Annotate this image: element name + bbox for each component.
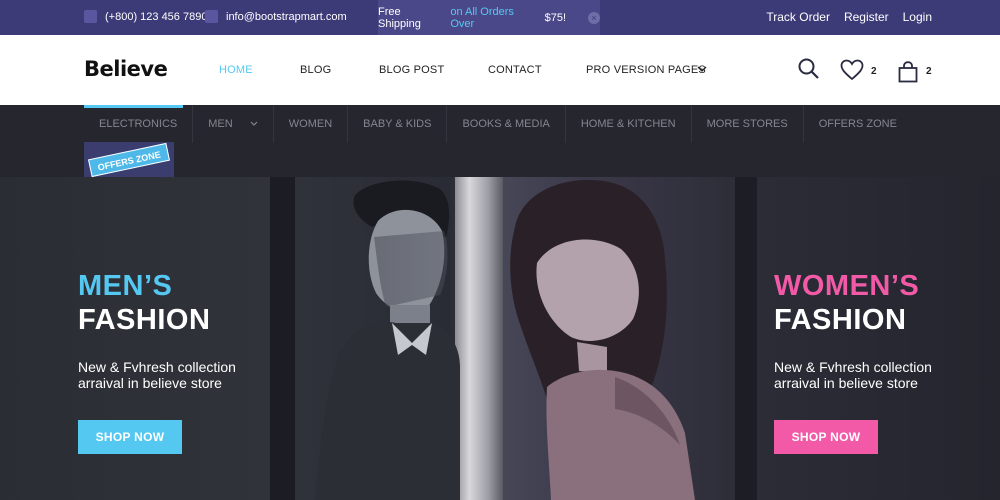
category-books-media[interactable]: BOOKS & MEDIA	[446, 105, 564, 143]
mail-icon	[205, 10, 218, 23]
men-heading-accent: MEN’S	[78, 270, 173, 302]
women-description-line1: New & Fvhresh collection	[774, 359, 932, 375]
phone-contact: (+800) 123 456 7890	[84, 10, 207, 23]
chevron-down-icon	[250, 121, 258, 126]
nav-blog[interactable]: BLOG	[300, 64, 331, 76]
search-icon[interactable]	[797, 57, 821, 81]
men-heading-title: FASHION	[78, 304, 211, 336]
nav-contact[interactable]: CONTACT	[488, 64, 542, 76]
shipping-prefix: Free Shipping	[378, 5, 421, 30]
category-women[interactable]: WOMEN	[272, 105, 347, 143]
women-heading-title: FASHION	[774, 304, 907, 336]
category-menu: ELECTRONICS MEN WOMEN BABY & KIDS BOOKS …	[84, 105, 912, 143]
main-header: Believe HOME BLOG BLOG POST CONTACT PRO …	[0, 35, 1000, 105]
men-description-line1: New & Fvhresh collection	[78, 359, 236, 375]
category-men-label: MEN	[208, 118, 233, 130]
shipping-highlight: on All Orders Over	[450, 5, 514, 30]
hero-banner: MEN’S FASHION New & Fvhresh collection a…	[0, 177, 1000, 500]
women-description-line2: arraival in believe store	[774, 375, 918, 391]
nav-home[interactable]: HOME	[219, 64, 253, 76]
category-electronics[interactable]: ELECTRONICS	[84, 105, 192, 143]
shipping-amount: $75!	[544, 11, 567, 24]
offers-zone-ribbon: OFFERS ZONE	[88, 142, 170, 177]
login-link[interactable]: Login	[903, 10, 932, 24]
account-links: Track Order Register Login	[766, 10, 932, 24]
heart-icon[interactable]	[840, 59, 864, 81]
category-men[interactable]: MEN	[192, 105, 273, 143]
woman-model-image	[510, 179, 695, 500]
phone-icon	[84, 10, 97, 23]
category-bar: ELECTRONICS MEN WOMEN BABY & KIDS BOOKS …	[0, 105, 1000, 177]
track-order-link[interactable]: Track Order	[766, 10, 830, 24]
category-more-stores[interactable]: MORE STORES	[690, 105, 803, 143]
man-model-image	[315, 180, 460, 500]
logo[interactable]: Believe	[84, 57, 168, 81]
nav-pro-version[interactable]: PRO VERSION PAGES	[586, 64, 706, 76]
door-frame-right	[735, 177, 757, 500]
door-frame-left	[270, 177, 295, 500]
shipping-notice: Free Shipping on All Orders Over $75! ×	[378, 0, 600, 35]
register-link[interactable]: Register	[844, 10, 889, 24]
category-home-kitchen[interactable]: HOME & KITCHEN	[564, 105, 691, 143]
nav-blog-post[interactable]: BLOG POST	[379, 64, 444, 76]
wishlist-count: 2	[871, 66, 877, 77]
men-description-line2: arraival in believe store	[78, 375, 222, 391]
chevron-down-icon[interactable]	[697, 66, 707, 74]
shopping-bag-icon[interactable]	[898, 61, 918, 83]
top-bar: (+800) 123 456 7890 info@bootstrapmart.c…	[0, 0, 1000, 35]
close-icon[interactable]: ×	[588, 11, 600, 24]
men-shop-now-button[interactable]: SHOP NOW	[78, 420, 182, 454]
category-offers-zone[interactable]: OFFERS ZONE	[802, 105, 912, 143]
cart-count: 2	[926, 66, 932, 77]
women-shop-now-button[interactable]: SHOP NOW	[774, 420, 878, 454]
email-contact[interactable]: info@bootstrapmart.com	[205, 10, 347, 23]
email-address[interactable]: info@bootstrapmart.com	[226, 11, 347, 23]
category-baby-kids[interactable]: BABY & KIDS	[347, 105, 446, 143]
offers-zone-badge[interactable]: OFFERS ZONE	[84, 142, 174, 177]
phone-number: (+800) 123 456 7890	[105, 10, 208, 23]
women-heading-accent: WOMEN’S	[774, 270, 920, 302]
